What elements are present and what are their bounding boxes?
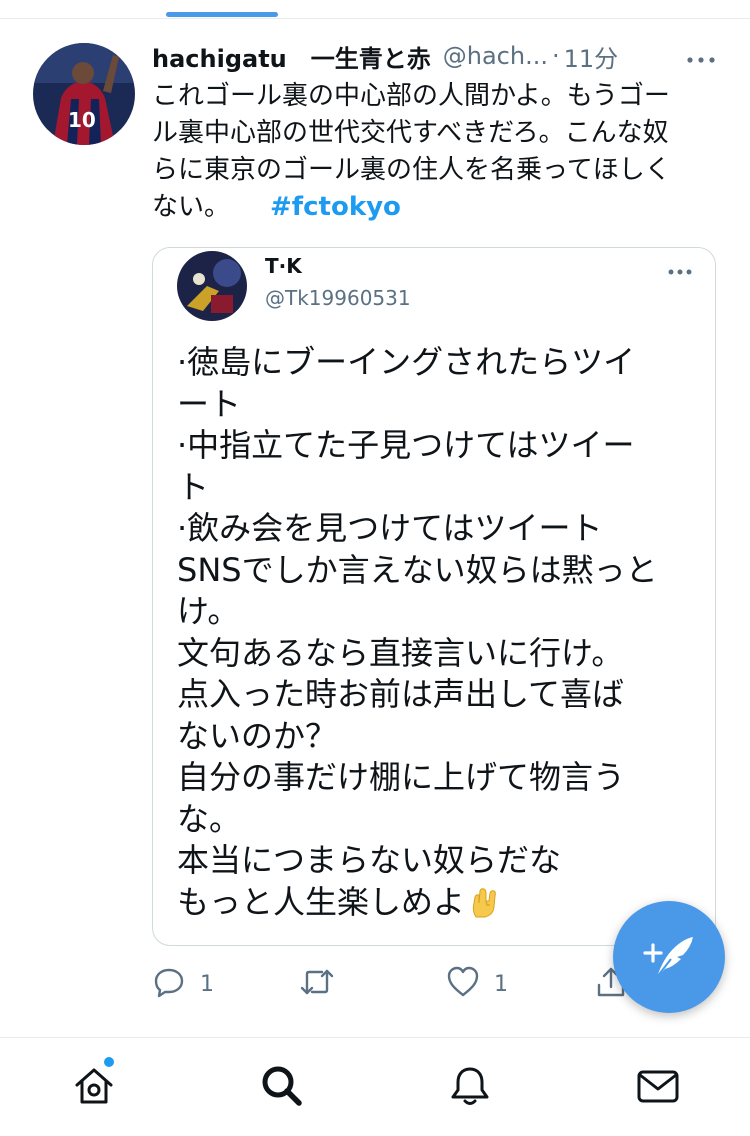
quoted-text-line: 文句あるなら直接言いに行け。 [177,633,624,672]
home-icon [75,1068,113,1104]
retweet-icon [298,965,336,1003]
quoted-text-line: ート [177,384,242,423]
tweet-text-line: これゴール裏の中心部の人間かよ。もうゴー [152,81,670,111]
search-icon [262,1066,302,1106]
quoted-text-line: ト [177,467,210,506]
more-icon[interactable] [667,262,693,275]
svg-text:10: 10 [68,108,96,132]
divider [0,18,750,19]
nav-home[interactable] [72,1064,116,1108]
nav-search[interactable] [260,1064,304,1108]
divider [0,1037,750,1038]
quoted-handle[interactable]: @Tk19960531 [265,286,411,310]
timestamp[interactable]: 11分 [564,39,619,74]
reply-icon [152,965,186,1003]
hashtag-link[interactable]: #fctokyo [270,192,401,222]
avatar[interactable]: 10 [33,43,135,145]
tweet-text-segment: ない。 [152,192,231,222]
quoted-text-line: ないのか？ [177,716,338,755]
user-handle[interactable]: @hach... [443,42,548,70]
tweet-text-line: ル裏中心部の世代交代すべきだろ。こんな奴 [152,118,669,148]
tweet-text: これゴール裏の中心部の人間かよ。もうゴー ル裏中心部の世代交代すべきだろ。こんな… [152,78,722,226]
reply-button[interactable]: 1 [152,962,214,1006]
quoted-text-line: け。 [177,592,240,630]
tweet-text-line: ない。 #fctokyo [152,189,722,226]
retweet-button[interactable] [298,962,336,1006]
quoted-display-name[interactable]: T·K [265,254,302,278]
like-count: 1 [494,971,508,997]
quoted-text: ·徳島にブーイングされたらツイ ート ·中指立てた子見つけてはツイー ト ·飲み… [177,342,697,923]
heart-icon [446,965,480,1003]
separator-dot: · [551,42,560,70]
quoted-text-line: SNSでしか言えない奴らは黙っと [177,550,658,589]
nav-notifications[interactable] [448,1064,492,1108]
compose-tweet-icon [643,937,693,978]
display-name[interactable]: hachigatu 一生青と赤 [152,39,431,74]
quoted-text-line: 本当につまらない奴らだな [177,841,562,879]
mail-icon [637,1070,679,1103]
tweet-text-line: らに東京のゴール裏の住人を名乗ってほしく [152,155,671,185]
quoted-text-segment: もっと人生楽しめよ [177,882,466,921]
rock-hand-emoji-icon [467,883,503,919]
quoted-text-line: 自分の事だけ棚に上げて物言う [177,758,626,796]
compose-tweet-button[interactable] [613,901,725,1013]
quoted-avatar[interactable] [177,251,247,321]
tab-indicator [166,12,278,17]
quoted-text-line: ·徳島にブーイングされたらツイ [177,343,636,381]
reply-count: 1 [200,971,214,997]
more-icon[interactable] [686,50,716,63]
bell-icon [451,1067,489,1105]
nav-messages[interactable] [636,1064,680,1108]
quoted-tweet[interactable]: T·K @Tk19960531 ·徳島にブーイングされたらツイ ート ·中指立て… [152,247,716,946]
quoted-text-line: な。 [177,799,242,838]
notification-dot [104,1057,114,1067]
tweet-header: hachigatu 一生青と赤 @hach... · 11分 [152,38,722,74]
like-button[interactable]: 1 [446,962,508,1006]
quoted-text-line: 点入った時お前は声出して喜ば [177,675,625,713]
quoted-text-line: ·飲み会を見つけてはツイート [177,509,603,547]
quoted-text-line: ·中指立てた子見つけてはツイー [177,426,635,464]
